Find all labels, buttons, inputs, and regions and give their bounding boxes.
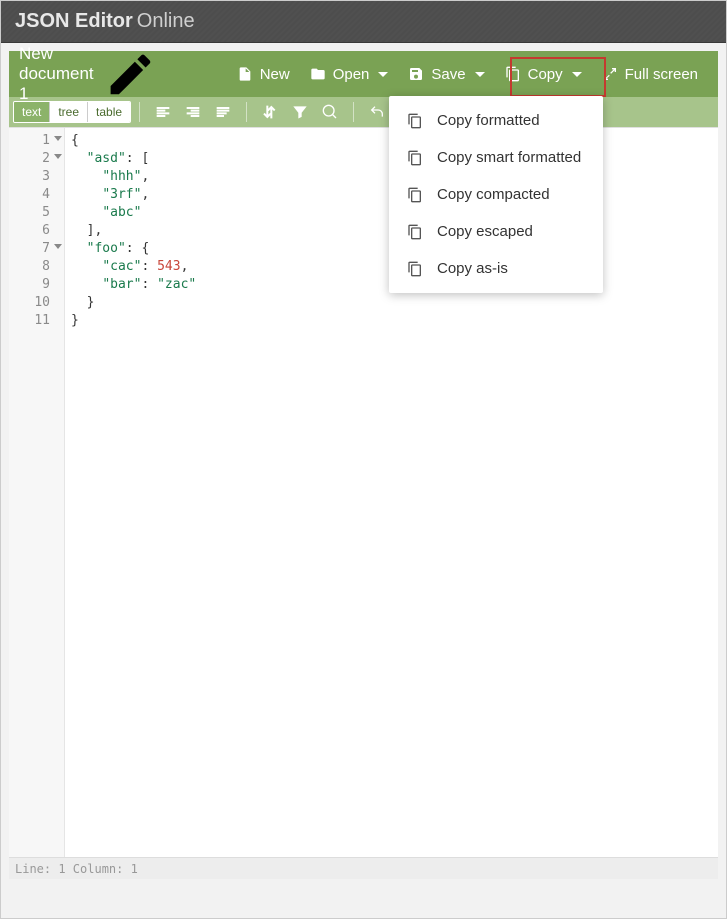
open-label: Open (333, 66, 370, 83)
copy-button[interactable]: Copy (495, 60, 592, 89)
line-number: 9 (9, 276, 64, 294)
dropdown-item-label: Copy as-is (437, 260, 508, 277)
dropdown-item[interactable]: Copy formatted (389, 102, 603, 139)
copy-dropdown: Copy formatted Copy smart formatted Copy c… (389, 96, 603, 293)
undo-icon (369, 104, 385, 120)
view-mode-tabs: text tree table (13, 101, 131, 123)
fullscreen-label: Full screen (625, 66, 698, 83)
dropdown-item-label: Copy compacted (437, 186, 550, 203)
code-line: } (71, 312, 712, 330)
new-label: New (260, 66, 290, 83)
save-icon (408, 66, 424, 82)
line-number: 3 (9, 168, 64, 186)
code-editor[interactable]: 1234567891011 { "asd": [ "hhh", "3rf", "… (9, 127, 718, 857)
undo-button[interactable] (366, 101, 388, 123)
fullscreen-icon (602, 66, 618, 82)
separator (139, 102, 140, 122)
fold-icon[interactable] (54, 244, 62, 249)
app-title-strong: JSON Editor (15, 10, 133, 33)
line-number: 5 (9, 204, 64, 222)
copy-icon (505, 66, 521, 82)
separator (246, 102, 247, 122)
chevron-down-icon (378, 72, 388, 77)
document-name: New document 1 (19, 44, 94, 104)
chevron-down-icon (475, 72, 485, 77)
line-number: 6 (9, 222, 64, 240)
save-label: Save (431, 66, 465, 83)
fullscreen-button[interactable]: Full screen (592, 60, 708, 89)
dropdown-item[interactable]: Copy escaped (389, 213, 603, 250)
sort-icon (262, 104, 278, 120)
copy-icon (407, 150, 423, 166)
separator (353, 102, 354, 122)
open-button[interactable]: Open (300, 60, 399, 89)
fold-icon[interactable] (54, 154, 62, 159)
line-number: 2 (9, 150, 64, 168)
line-gutter: 1234567891011 (9, 128, 65, 857)
dropdown-item-label: Copy escaped (437, 223, 533, 240)
compact-button[interactable] (182, 101, 204, 123)
sort-button[interactable] (259, 101, 281, 123)
dropdown-item[interactable]: Copy as-is (389, 250, 603, 287)
file-icon (237, 66, 253, 82)
dropdown-item[interactable]: Copy compacted (389, 176, 603, 213)
search-icon (322, 104, 338, 120)
new-button[interactable]: New (227, 60, 300, 89)
line-number: 7 (9, 240, 64, 258)
copy-icon (407, 187, 423, 203)
chevron-down-icon (572, 72, 582, 77)
folder-open-icon (310, 66, 326, 82)
edit-icon (104, 48, 157, 101)
copy-icon (407, 113, 423, 129)
tab-tree[interactable]: tree (49, 102, 87, 122)
line-number: 8 (9, 258, 64, 276)
align-right-icon (185, 104, 201, 120)
line-number: 11 (9, 312, 64, 330)
align-left-icon (155, 104, 171, 120)
dropdown-item[interactable]: Copy smart formatted (389, 139, 603, 176)
app-titlebar: JSON Editor Online (1, 1, 726, 43)
format-button[interactable] (152, 101, 174, 123)
fold-icon[interactable] (54, 136, 62, 141)
list-button[interactable] (212, 101, 234, 123)
filter-button[interactable] (289, 101, 311, 123)
dropdown-item-label: Copy formatted (437, 112, 540, 129)
app-title-light: Online (137, 10, 195, 33)
document-title[interactable]: New document 1 (19, 44, 157, 104)
line-number: 4 (9, 186, 64, 204)
menubar: New document 1 New Open Save Copy Full s… (9, 51, 718, 97)
filter-icon (292, 104, 308, 120)
align-icon (215, 104, 231, 120)
code-line: } (71, 294, 712, 312)
copy-label: Copy (528, 66, 563, 83)
search-button[interactable] (319, 101, 341, 123)
tab-text[interactable]: text (14, 102, 49, 122)
tab-table[interactable]: table (87, 102, 130, 122)
status-bar: Line: 1 Column: 1 (9, 857, 718, 879)
copy-icon (407, 224, 423, 240)
line-number: 1 (9, 132, 64, 150)
cursor-position: Line: 1 Column: 1 (15, 862, 138, 876)
dropdown-item-label: Copy smart formatted (437, 149, 581, 166)
line-number: 10 (9, 294, 64, 312)
copy-icon (407, 261, 423, 277)
save-button[interactable]: Save (398, 60, 494, 89)
